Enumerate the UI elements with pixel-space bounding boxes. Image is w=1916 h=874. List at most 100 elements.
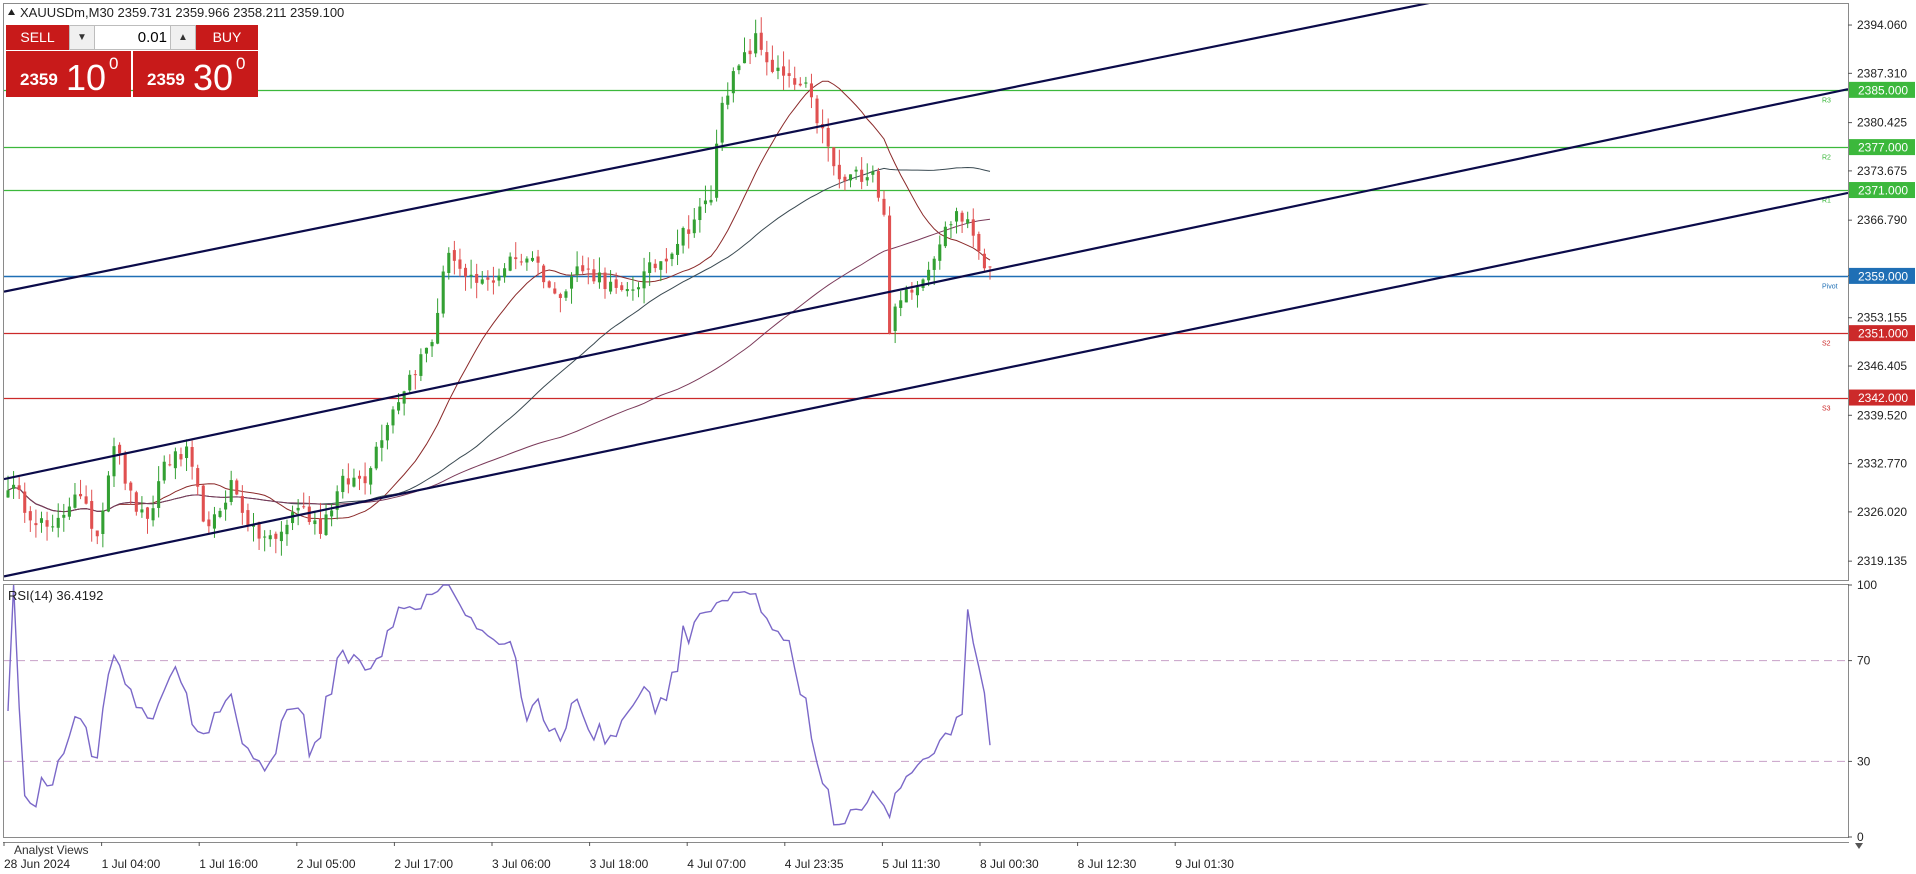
price-tick-label: 2366.790 (1857, 213, 1907, 227)
candle-body (436, 312, 440, 344)
rsi-plot-frame (3, 584, 1849, 838)
candle-body (363, 476, 367, 484)
candle-body (603, 272, 607, 290)
candle-body (709, 199, 713, 203)
candle-body (782, 66, 786, 76)
candle-body (642, 271, 646, 289)
candle-body (157, 481, 161, 508)
candle-body (491, 280, 495, 283)
level-price-label: 2359.000 (1858, 269, 1908, 283)
candle-body (915, 287, 920, 296)
candle-body (536, 256, 540, 263)
candle-body (235, 480, 239, 495)
candle-body (681, 227, 685, 246)
candle-body (17, 485, 21, 491)
candle-body (910, 289, 914, 293)
lot-increase-icon[interactable]: ▲ (170, 26, 195, 49)
candle-body (185, 446, 189, 459)
candle-body (62, 514, 66, 518)
buy-button[interactable]: BUY (196, 25, 258, 50)
candle-body (754, 33, 758, 54)
candle-body (625, 289, 629, 292)
lot-decrease-icon[interactable]: ▼ (70, 26, 95, 49)
price-tick-label: 2326.020 (1857, 505, 1907, 519)
candle-body (212, 514, 216, 529)
candle-body (224, 502, 228, 510)
candle-body (837, 164, 841, 180)
candle-body (307, 506, 311, 523)
analyst-views-tab[interactable]: Analyst Views (14, 843, 88, 857)
candle-body (218, 510, 222, 517)
candle-body (246, 510, 250, 527)
time-tick-label: 1 Jul 04:00 (102, 857, 161, 871)
candle-body (330, 510, 334, 517)
candle-body (966, 219, 970, 224)
candle-body (943, 226, 947, 247)
candle-body (369, 468, 373, 485)
candle-body (101, 510, 105, 534)
rsi-tick-label: 30 (1857, 754, 1871, 768)
sell-price-quote[interactable]: 2359 10 0 (6, 51, 131, 98)
candle-body (201, 485, 205, 522)
sell-button[interactable]: SELL (6, 25, 69, 50)
candle-body (826, 128, 830, 147)
candle-body (553, 288, 557, 294)
candle-body (430, 342, 434, 347)
time-tick-label: 5 Jul 11:30 (882, 857, 940, 871)
candle-body (670, 253, 674, 260)
scroll-chevron-icon[interactable] (1855, 843, 1863, 849)
candle-body (419, 354, 423, 376)
candle-body (28, 511, 32, 521)
price-chart[interactable]: R3R2R1PivotS2S3 2394.0602387.3102380.425… (0, 0, 1916, 874)
candle-body (190, 447, 194, 467)
candle-body (776, 67, 780, 72)
candle-body (413, 374, 417, 376)
level-price-label: 2377.000 (1858, 141, 1908, 155)
time-tick-label: 3 Jul 06:00 (492, 857, 551, 871)
candle-body (854, 169, 858, 172)
candle-body (798, 83, 802, 86)
time-tick-label: 2 Jul 17:00 (394, 857, 453, 871)
time-tick-label: 8 Jul 00:30 (980, 857, 1039, 871)
candle-body (268, 535, 272, 540)
candle-body (78, 493, 83, 497)
candle-body (804, 82, 808, 84)
lot-size-input[interactable] (95, 26, 171, 49)
lot-stepper: ▼ ▲ (69, 25, 196, 50)
candle-body (519, 261, 523, 263)
candle-body (575, 266, 579, 275)
time-tick-label: 3 Jul 18:00 (590, 857, 649, 871)
one-click-trading-panel: SELL ▼ ▲ BUY 2359 10 0 2359 30 0 (6, 25, 258, 98)
candle-body (12, 484, 16, 489)
candle-body (497, 275, 501, 281)
candle-body (564, 291, 568, 298)
time-tick-label: 1 Jul 16:00 (199, 857, 258, 871)
candle-body (888, 215, 892, 334)
level-price-label: 2351.000 (1858, 327, 1908, 341)
price-tick-label: 2387.310 (1857, 66, 1907, 80)
time-tick-label: 4 Jul 23:35 (785, 857, 844, 871)
level-tag: S3 (1822, 406, 1831, 413)
level-tag: S2 (1822, 341, 1831, 348)
candle-body (352, 477, 356, 487)
buy-price-quote[interactable]: 2359 30 0 (133, 51, 258, 98)
candle-body (960, 212, 964, 222)
candle-body (971, 219, 975, 236)
candle-body (318, 518, 322, 534)
candle-body (447, 252, 451, 274)
candle-body (648, 262, 652, 273)
candle-body (759, 32, 763, 50)
candle-body (865, 177, 869, 181)
candle-body (793, 78, 797, 85)
candle-body (285, 524, 289, 535)
candle-body (441, 271, 445, 314)
rsi-tick-label: 0 (1857, 830, 1864, 844)
level-price-label: 2385.000 (1858, 83, 1908, 97)
candle-body (731, 71, 735, 94)
candle-body (597, 272, 601, 283)
candle-body (73, 494, 77, 508)
candle-body (742, 52, 747, 64)
time-tick-label: 4 Jul 07:00 (687, 857, 746, 871)
candle-body (34, 523, 38, 526)
candle-body (904, 289, 908, 303)
